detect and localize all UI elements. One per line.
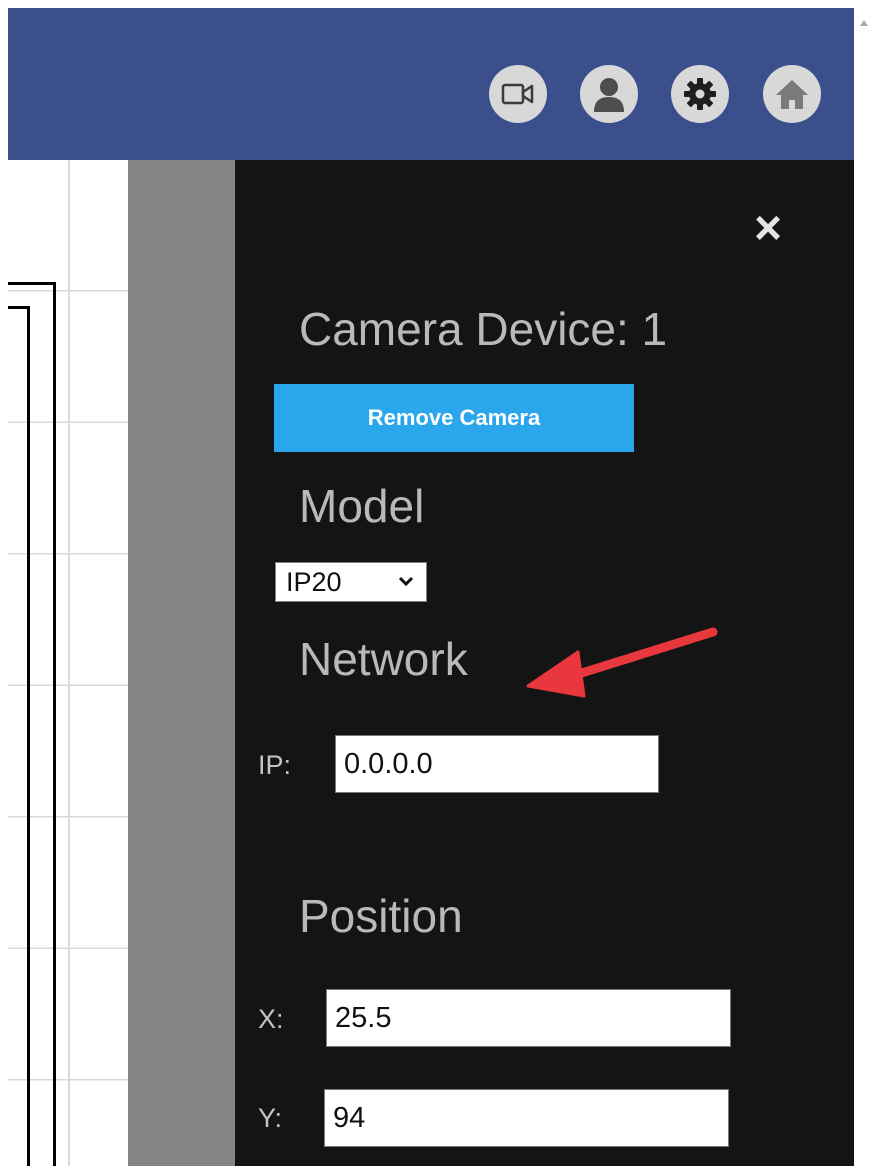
panel-title: Camera Device: 1 — [299, 303, 668, 355]
settings-button[interactable] — [671, 65, 729, 123]
model-select[interactable]: IP20 — [275, 562, 427, 602]
wall-outer-right — [53, 282, 56, 1166]
position-heading: Position — [299, 890, 463, 942]
camera-icon — [501, 83, 534, 105]
ip-label: IP: — [258, 750, 292, 780]
y-label: Y: — [258, 1103, 283, 1133]
home-icon — [776, 80, 808, 109]
ip-input[interactable] — [335, 735, 659, 793]
wall-outer-top — [8, 282, 56, 285]
chevron-down-icon — [398, 576, 414, 587]
vertical-scrollbar[interactable] — [854, 0, 874, 1166]
wall-inner-right — [27, 306, 30, 1166]
close-panel-button[interactable]: × — [749, 205, 787, 253]
home-button[interactable] — [763, 65, 821, 123]
top-header-bar — [8, 8, 854, 160]
user-icon — [594, 78, 624, 112]
scroll-up-arrow-icon[interactable] — [860, 20, 868, 26]
x-label: X: — [258, 1004, 284, 1034]
user-button[interactable] — [580, 65, 638, 123]
x-position-input[interactable] — [326, 989, 731, 1047]
camera-button[interactable] — [489, 65, 547, 123]
floor-plan-canvas[interactable] — [8, 160, 128, 1166]
network-heading: Network — [299, 633, 468, 685]
y-position-input[interactable] — [324, 1089, 729, 1147]
model-heading: Model — [299, 480, 425, 532]
gear-icon — [684, 78, 716, 110]
model-select-value: IP20 — [286, 566, 342, 597]
panel-shadow-strip — [128, 160, 235, 1166]
annotation-arrow-icon — [526, 627, 718, 698]
remove-camera-button[interactable]: Remove Camera — [274, 384, 634, 452]
